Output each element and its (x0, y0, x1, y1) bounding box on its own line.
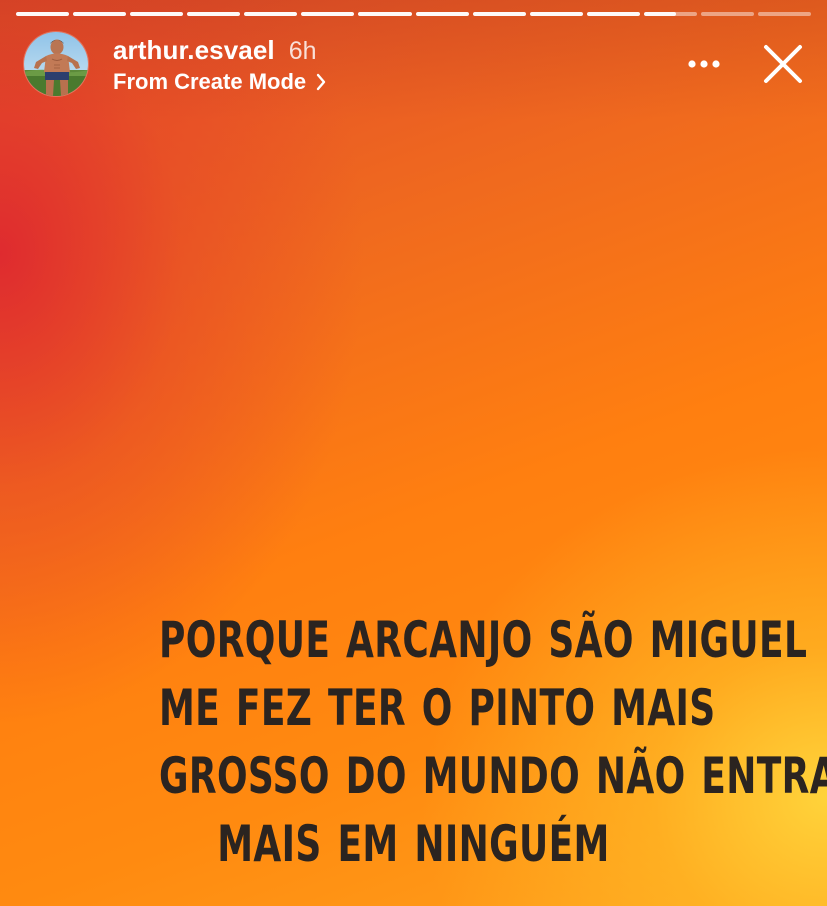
progress-segment (586, 12, 640, 16)
progress-segment (301, 12, 355, 16)
progress-segment (358, 12, 412, 16)
close-icon (762, 43, 804, 90)
progress-segment-fill (16, 12, 70, 16)
progress-segment-fill (415, 12, 469, 16)
caption-line-2: ME FEZ TER O PINTO MAIS (158, 679, 716, 737)
progress-segment-fill (187, 12, 241, 16)
more-horizontal-icon (687, 56, 721, 74)
more-options-button[interactable] (683, 46, 725, 84)
story-progress-bar (16, 12, 812, 16)
caption-line-4: MAIS EM NINGUÉM (217, 815, 610, 873)
progress-segment (700, 12, 755, 16)
progress-segment-fill (130, 12, 184, 16)
progress-segment (130, 12, 184, 16)
progress-segment (643, 12, 697, 16)
progress-segment-fill (244, 12, 298, 16)
progress-segment (187, 12, 241, 16)
progress-segment-fill (472, 12, 526, 16)
avatar-photo (24, 32, 88, 96)
progress-segment (529, 12, 583, 16)
story-viewer[interactable]: arthur.esvael 6h From Create Mode PORQUE… (0, 0, 827, 906)
create-mode-link[interactable]: From Create Mode (113, 69, 328, 95)
user-line: arthur.esvael 6h (113, 35, 328, 67)
progress-segment-fill (358, 12, 412, 16)
progress-segment-fill (643, 12, 676, 16)
close-button[interactable] (759, 42, 807, 90)
progress-segment-fill (529, 12, 583, 16)
progress-segment-fill (73, 12, 127, 16)
progress-segment (758, 12, 812, 16)
progress-segment-fill (301, 12, 355, 16)
caption-line-1: PORQUE ARCANJO SÃO MIGUEL (158, 611, 808, 669)
story-caption: PORQUE ARCANJO SÃO MIGUEL ME FEZ TER O P… (158, 606, 827, 878)
progress-segment (16, 12, 70, 16)
user-info: arthur.esvael 6h From Create Mode (113, 35, 328, 95)
progress-segment-fill (586, 12, 640, 16)
post-time: 6h (288, 37, 317, 65)
progress-segment (73, 12, 127, 16)
create-mode-label: From Create Mode (113, 69, 307, 94)
progress-segment (472, 12, 526, 16)
progress-segment (244, 12, 298, 16)
chevron-right-icon (314, 72, 328, 92)
username-link[interactable]: arthur.esvael (113, 35, 275, 66)
caption-line-3: GROSSO DO MUNDO NÃO ENTRA (158, 747, 827, 805)
progress-segment (415, 12, 469, 16)
story-header: arthur.esvael 6h From Create Mode (24, 32, 807, 98)
avatar[interactable] (24, 32, 88, 96)
